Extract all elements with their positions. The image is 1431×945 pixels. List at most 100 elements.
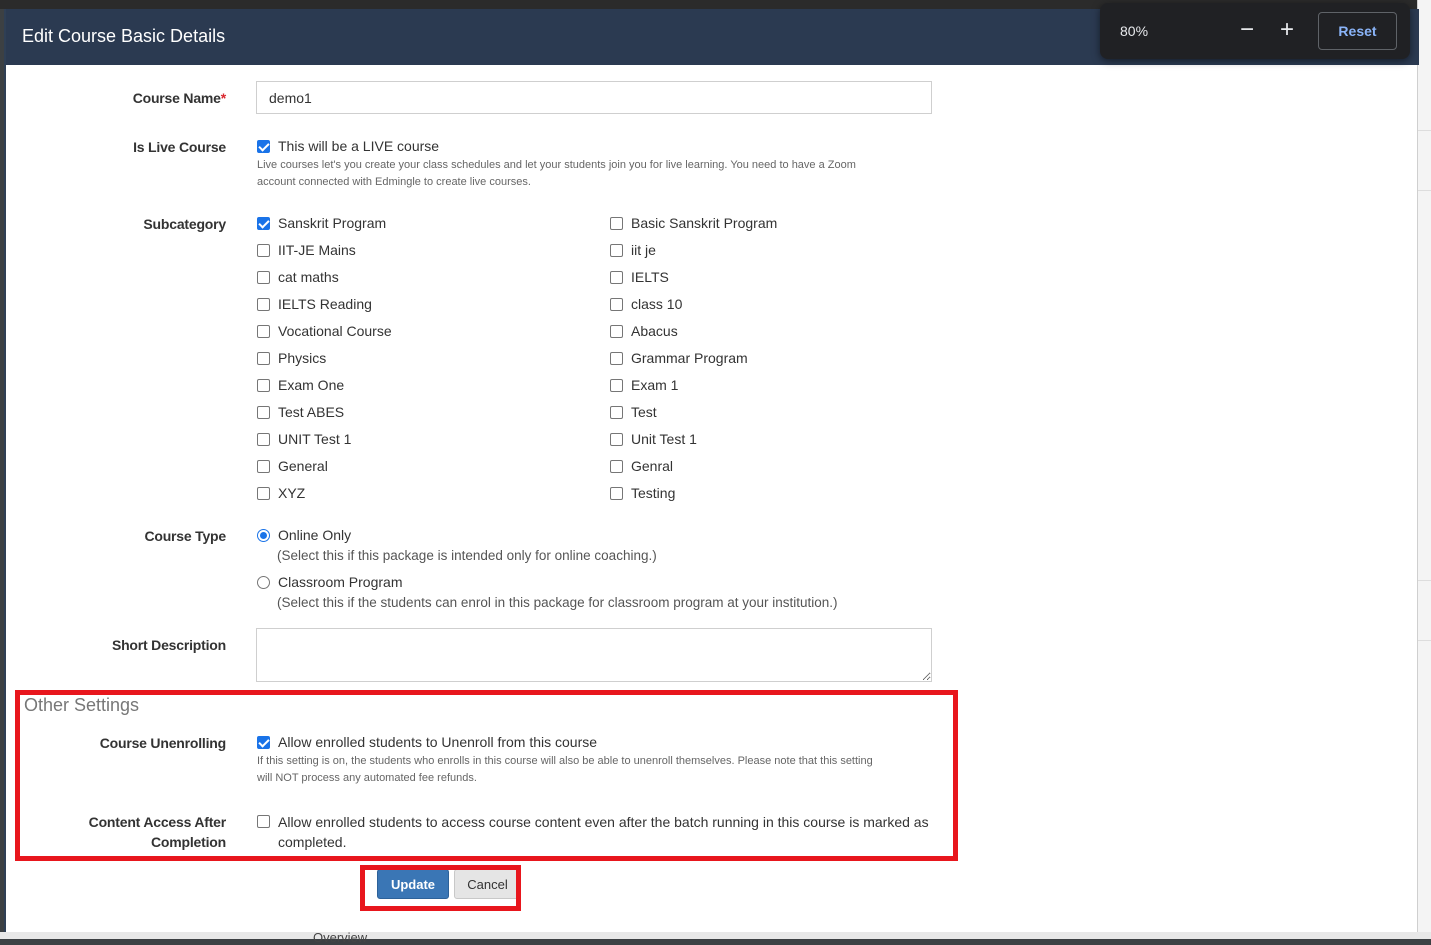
browser-zoom-popup: 80% − + Reset <box>1100 3 1410 59</box>
subcategory-checkbox[interactable]: Unit Test 1 <box>610 431 697 447</box>
zoom-level: 80% <box>1120 23 1149 39</box>
is-live-course-label: Is Live Course <box>133 139 226 155</box>
checkbox-unchecked[interactable] <box>610 270 623 284</box>
checkbox-unchecked[interactable] <box>610 486 623 500</box>
online-only-radio[interactable]: Online Only <box>257 527 351 543</box>
course-name-input[interactable] <box>256 81 932 114</box>
background-page-bottom <box>0 932 1431 939</box>
subcategory-checkbox[interactable]: General <box>257 458 328 474</box>
classroom-program-help: (Select this if the students can enrol i… <box>277 595 838 610</box>
subcategory-label-text: UNIT Test 1 <box>278 431 352 447</box>
checkbox-unchecked[interactable] <box>257 486 270 500</box>
subcategory-label-text: class 10 <box>631 296 683 312</box>
background-page-edge <box>1417 0 1431 939</box>
subcategory-checkbox[interactable]: Testing <box>610 485 675 501</box>
checkbox-checked[interactable] <box>257 139 270 153</box>
required-asterisk: * <box>220 90 226 106</box>
subcategory-label-text: Testing <box>631 485 676 501</box>
radio-unselected[interactable] <box>257 575 270 589</box>
checkbox-checked[interactable] <box>257 216 270 230</box>
zoom-reset-button[interactable]: Reset <box>1318 12 1397 50</box>
radio-selected[interactable] <box>257 528 270 542</box>
zoom-out-icon[interactable]: − <box>1234 17 1260 43</box>
subcategory-checkbox[interactable]: Test ABES <box>257 404 344 420</box>
other-settings-title: Other Settings <box>24 695 140 715</box>
online-only-help: (Select this if this package is intended… <box>277 548 657 563</box>
short-description-textarea[interactable] <box>256 628 932 682</box>
subcategory-label-text: Grammar Program <box>631 350 748 366</box>
checkbox-unchecked[interactable] <box>610 378 623 392</box>
course-name-label: Course Name* <box>132 90 227 106</box>
checkbox-unchecked[interactable] <box>610 243 623 257</box>
short-description-label: Short Description <box>111 637 226 653</box>
subcategory-checkbox[interactable]: Abacus <box>610 323 678 339</box>
subcategory-label-text: General <box>278 458 328 474</box>
subcategory-label-text: Test ABES <box>278 404 345 420</box>
subcategory-label-text: Test <box>631 404 657 420</box>
subcategory-checkbox[interactable]: Genral <box>610 458 673 474</box>
subcategory-checkbox[interactable]: XYZ <box>257 485 305 501</box>
subcategory-checkbox[interactable]: Exam 1 <box>610 377 678 393</box>
unenroll-checkbox[interactable]: Allow enrolled students to Unenroll from… <box>257 734 597 750</box>
subcategory-checkbox[interactable]: Sanskrit Program <box>257 215 386 231</box>
checkbox-unchecked[interactable] <box>610 351 623 365</box>
subcategory-checkbox[interactable]: IELTS Reading <box>257 296 372 312</box>
checkbox-unchecked[interactable] <box>257 351 270 365</box>
checkbox-unchecked[interactable] <box>257 432 270 446</box>
checkbox-unchecked[interactable] <box>257 378 270 392</box>
subcategory-label-text: cat maths <box>278 269 339 285</box>
subcategory-label-text: Exam One <box>278 377 345 393</box>
subcategory-label: Subcategory <box>143 216 226 232</box>
checkbox-unchecked[interactable] <box>610 432 623 446</box>
unenroll-help: If this setting is on, the students who … <box>257 755 873 784</box>
checkbox-unchecked[interactable] <box>610 216 623 230</box>
subcategory-checkbox[interactable]: Vocational Course <box>257 323 392 339</box>
subcategory-label-text: iit je <box>631 242 656 258</box>
checkbox-unchecked[interactable] <box>257 459 270 473</box>
subcategory-checkbox[interactable]: cat maths <box>257 269 339 285</box>
subcategory-checkbox[interactable]: class 10 <box>610 296 682 312</box>
subcategory-label-text: IIT-JE Mains <box>278 242 356 258</box>
subcategory-label-text: Abacus <box>631 323 678 339</box>
subcategory-label-text: IELTS <box>631 269 669 285</box>
modal-title: Edit Course Basic Details <box>22 26 226 46</box>
edit-course-modal: Edit Course Basic Details Course Name* I… <box>4 9 1419 932</box>
classroom-program-radio[interactable]: Classroom Program <box>257 574 402 590</box>
subcategory-checkbox[interactable]: iit je <box>610 242 656 258</box>
checkbox-unchecked[interactable] <box>257 270 270 284</box>
subcategory-label-text: Unit Test 1 <box>631 431 697 447</box>
course-unenrolling-label: Course Unenrolling <box>99 735 226 751</box>
checkbox-unchecked[interactable] <box>257 815 270 828</box>
checkbox-unchecked[interactable] <box>257 324 270 338</box>
subcategory-checkbox[interactable]: Physics <box>257 350 326 366</box>
checkbox-unchecked[interactable] <box>257 243 270 257</box>
update-button[interactable]: Update <box>377 869 449 899</box>
live-course-checkbox[interactable]: This will be a LIVE course <box>257 138 439 154</box>
checkbox-unchecked[interactable] <box>610 297 623 311</box>
subcategory-label-text: Physics <box>278 350 327 366</box>
checkbox-unchecked[interactable] <box>257 297 270 311</box>
subcategory-checkbox[interactable]: Exam One <box>257 377 344 393</box>
subcategory-label-text: IELTS Reading <box>278 296 372 312</box>
checkbox-unchecked[interactable] <box>257 405 270 419</box>
subcategory-label-text: Vocational Course <box>278 323 392 339</box>
checkbox-unchecked[interactable] <box>610 459 623 473</box>
checkbox-unchecked[interactable] <box>610 405 623 419</box>
subcategory-checkbox[interactable]: IELTS <box>610 269 669 285</box>
subcategory-checkbox[interactable]: IIT-JE Mains <box>257 242 356 258</box>
zoom-in-icon[interactable]: + <box>1274 17 1300 43</box>
cancel-button[interactable]: Cancel <box>454 869 521 899</box>
content-access-checkbox[interactable]: Allow enrolled students to access course… <box>257 812 929 852</box>
checkbox-checked[interactable] <box>257 735 270 749</box>
subcategory-checkbox[interactable]: UNIT Test 1 <box>257 431 351 447</box>
checkbox-unchecked[interactable] <box>610 324 623 338</box>
subcategory-checkbox[interactable]: Grammar Program <box>610 350 748 366</box>
live-course-help: Live courses let's you create your class… <box>257 159 856 188</box>
subcategory-label-text: Exam 1 <box>631 377 679 393</box>
content-access-label: Content Access After Completion <box>88 814 227 850</box>
subcategory-checkbox[interactable]: Basic Sanskrit Program <box>610 215 777 231</box>
subcategory-checkbox[interactable]: Test <box>610 404 657 420</box>
course-type-label: Course Type <box>144 528 226 544</box>
background-overview-tab[interactable]: Overview <box>313 930 367 945</box>
subcategory-label-text: Genral <box>631 458 674 474</box>
